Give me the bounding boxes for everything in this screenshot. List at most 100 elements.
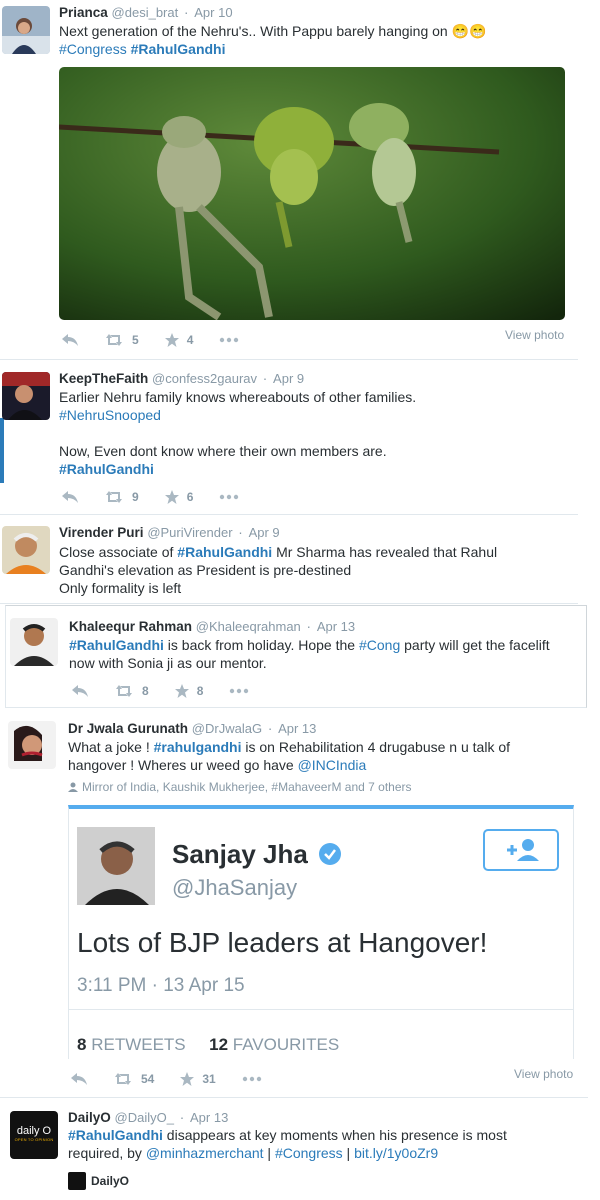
- card-stats: 8 RETWEETS 12 FAVOURITES: [77, 1035, 340, 1054]
- person-icon: [68, 782, 78, 792]
- avatar[interactable]: [2, 526, 50, 574]
- user-handle[interactable]: @desi_brat: [112, 5, 179, 20]
- tweet-text: Next generation of the Nehru's.. With Pa…: [59, 22, 559, 58]
- more-icon[interactable]: [219, 337, 239, 343]
- card-timestamp: 3:11 PM · 13 Apr 15: [77, 975, 245, 996]
- tweet-photo[interactable]: [59, 67, 565, 320]
- avatar[interactable]: [10, 618, 58, 666]
- user-name[interactable]: Virender Puri: [59, 525, 144, 540]
- tweet-photo[interactable]: Sanjay Jha @JhaSanjay Lots of BJP leader…: [68, 805, 574, 1059]
- user-handle[interactable]: @DailyO_: [115, 1110, 174, 1125]
- user-handle[interactable]: @DrJwalaG: [192, 721, 262, 736]
- tweet-date[interactable]: Apr 9: [249, 525, 280, 540]
- tweet-date[interactable]: Apr 10: [194, 5, 232, 20]
- star-icon: [174, 684, 189, 698]
- reply-icon[interactable]: [71, 1073, 87, 1085]
- card-user-handle: @JhaSanjay: [172, 875, 298, 900]
- mention-incindia[interactable]: @INCIndia: [298, 757, 367, 773]
- avatar[interactable]: [2, 372, 50, 420]
- tweet-text: #RahulGandhi is back from holiday. Hope …: [69, 637, 550, 671]
- tweet-header: Prianca @desi_brat · Apr 10: [59, 5, 233, 20]
- retweet-count: 9: [132, 490, 139, 504]
- user-name[interactable]: DailyO: [68, 1110, 111, 1125]
- user-name[interactable]: Dr Jwala Gurunath: [68, 721, 188, 736]
- verified-icon: [319, 843, 342, 865]
- tweet-6: daily O OPEN TO OPINION DailyO @DailyO_ …: [0, 1099, 588, 1200]
- more-icon[interactable]: [219, 494, 239, 500]
- tweet-actions: 54 31: [71, 1072, 288, 1086]
- favorite-button[interactable]: 4: [164, 333, 194, 347]
- retweet-icon: [106, 491, 122, 503]
- hashtag-cong[interactable]: #Cong: [359, 637, 400, 653]
- view-photo-link[interactable]: View photo: [514, 1067, 573, 1081]
- sidebar-edge: [0, 418, 4, 483]
- user-handle[interactable]: @PuriVirender: [147, 525, 232, 540]
- view-photo-link[interactable]: View photo: [505, 328, 564, 342]
- tweet-date[interactable]: Apr 13: [317, 619, 355, 634]
- tweet-header: Khaleequr Rahman @Khaleeqrahman · Apr 13: [69, 619, 356, 634]
- retweet-icon: [116, 685, 132, 697]
- favorite-button[interactable]: 31: [180, 1072, 216, 1086]
- hashtag-rahulgandhi[interactable]: #RahulGandhi: [69, 637, 164, 653]
- tweet-date[interactable]: Apr 9: [273, 371, 304, 386]
- tweet-text: What a joke ! #rahulgandhi is on Rehabil…: [68, 739, 511, 773]
- tweet-text: Close associate of #RahulGandhi Mr Sharm…: [59, 544, 498, 596]
- more-icon[interactable]: [229, 688, 249, 694]
- reply-icon[interactable]: [62, 334, 78, 346]
- dailyo-small-logo: [68, 1172, 86, 1190]
- star-icon: [164, 333, 179, 347]
- tweet-text: #RahulGandhi disappears at key moments w…: [68, 1127, 507, 1161]
- tweet-actions: 5 4: [62, 333, 265, 347]
- retweet-count: 54: [141, 1072, 155, 1086]
- favorite-count: 31: [202, 1072, 216, 1086]
- tweet-date[interactable]: Apr 13: [278, 721, 316, 736]
- tweet-3: Virender Puri @PuriVirender · Apr 9 Clos…: [0, 516, 578, 604]
- user-handle[interactable]: @confess2gaurav: [152, 371, 257, 386]
- tweet-header: DailyO @DailyO_ · Apr 13: [68, 1110, 229, 1125]
- retweet-count: 8: [142, 684, 149, 698]
- avatar[interactable]: [2, 6, 50, 54]
- mention-minhazmerchant[interactable]: @minhazmerchant: [146, 1145, 264, 1161]
- tweet-header: Dr Jwala Gurunath @DrJwalaG · Apr 13: [68, 721, 317, 736]
- tweet-text: Earlier Nehru family knows whereabouts o…: [59, 388, 559, 478]
- user-name[interactable]: Khaleequr Rahman: [69, 619, 192, 634]
- tweet-4: Khaleequr Rahman @Khaleeqrahman · Apr 13…: [5, 605, 587, 708]
- favorite-count: 4: [186, 333, 194, 347]
- favorite-count: 6: [186, 490, 194, 504]
- avatar[interactable]: [8, 721, 56, 769]
- tweet-1: Prianca @desi_brat · Apr 10 Next generat…: [0, 0, 578, 360]
- hashtag-congress[interactable]: #Congress: [59, 41, 127, 57]
- hashtag-rahulgandhi[interactable]: #RahulGandhi: [177, 544, 272, 560]
- retweet-icon: [115, 1073, 131, 1085]
- follow-icon: [483, 829, 559, 871]
- star-icon: [180, 1072, 195, 1086]
- favorite-button[interactable]: 8: [174, 684, 203, 698]
- retweet-button[interactable]: 8: [114, 684, 149, 698]
- user-name[interactable]: Prianca: [59, 5, 108, 20]
- reply-icon[interactable]: [62, 491, 78, 503]
- star-icon: [164, 490, 179, 504]
- link[interactable]: bit.ly/1y0oZr9: [354, 1145, 438, 1161]
- card-avatar: [77, 827, 155, 905]
- favorite-button[interactable]: 6: [164, 490, 194, 504]
- tweet-text-line: Next generation of the Nehru's.. With Pa…: [59, 23, 487, 39]
- retweet-button[interactable]: 5: [104, 333, 139, 347]
- reply-icon[interactable]: [72, 685, 88, 697]
- tweet-2: KeepTheFaith @confess2gaurav · Apr 9 Ear…: [0, 360, 578, 515]
- tagged-users[interactable]: Mirror of India, Kaushik Mukherjee, #Mah…: [68, 780, 412, 794]
- hashtag-rahulgandhi[interactable]: #RahulGandhi: [59, 460, 559, 478]
- user-name[interactable]: KeepTheFaith: [59, 371, 148, 386]
- hashtag-rahulgandhi[interactable]: #RahulGandhi: [131, 41, 226, 57]
- tweet-header: Virender Puri @PuriVirender · Apr 9: [59, 525, 280, 540]
- retweet-button[interactable]: 9: [104, 490, 139, 504]
- hashtag-nehrusnooped[interactable]: #NehruSnooped: [59, 406, 559, 424]
- hashtag-congress[interactable]: #Congress: [275, 1145, 343, 1161]
- more-icon[interactable]: [242, 1076, 262, 1082]
- hashtag-rahulgandhi[interactable]: #RahulGandhi: [68, 1127, 163, 1143]
- hashtag-rahulgandhi[interactable]: #rahulgandhi: [154, 739, 242, 755]
- tweet-date[interactable]: Apr 13: [190, 1110, 228, 1125]
- user-handle[interactable]: @Khaleeqrahman: [196, 619, 301, 634]
- card-attribution[interactable]: DailyO: [68, 1172, 129, 1190]
- avatar[interactable]: daily O OPEN TO OPINION: [10, 1111, 58, 1159]
- retweet-button[interactable]: 54: [113, 1072, 154, 1086]
